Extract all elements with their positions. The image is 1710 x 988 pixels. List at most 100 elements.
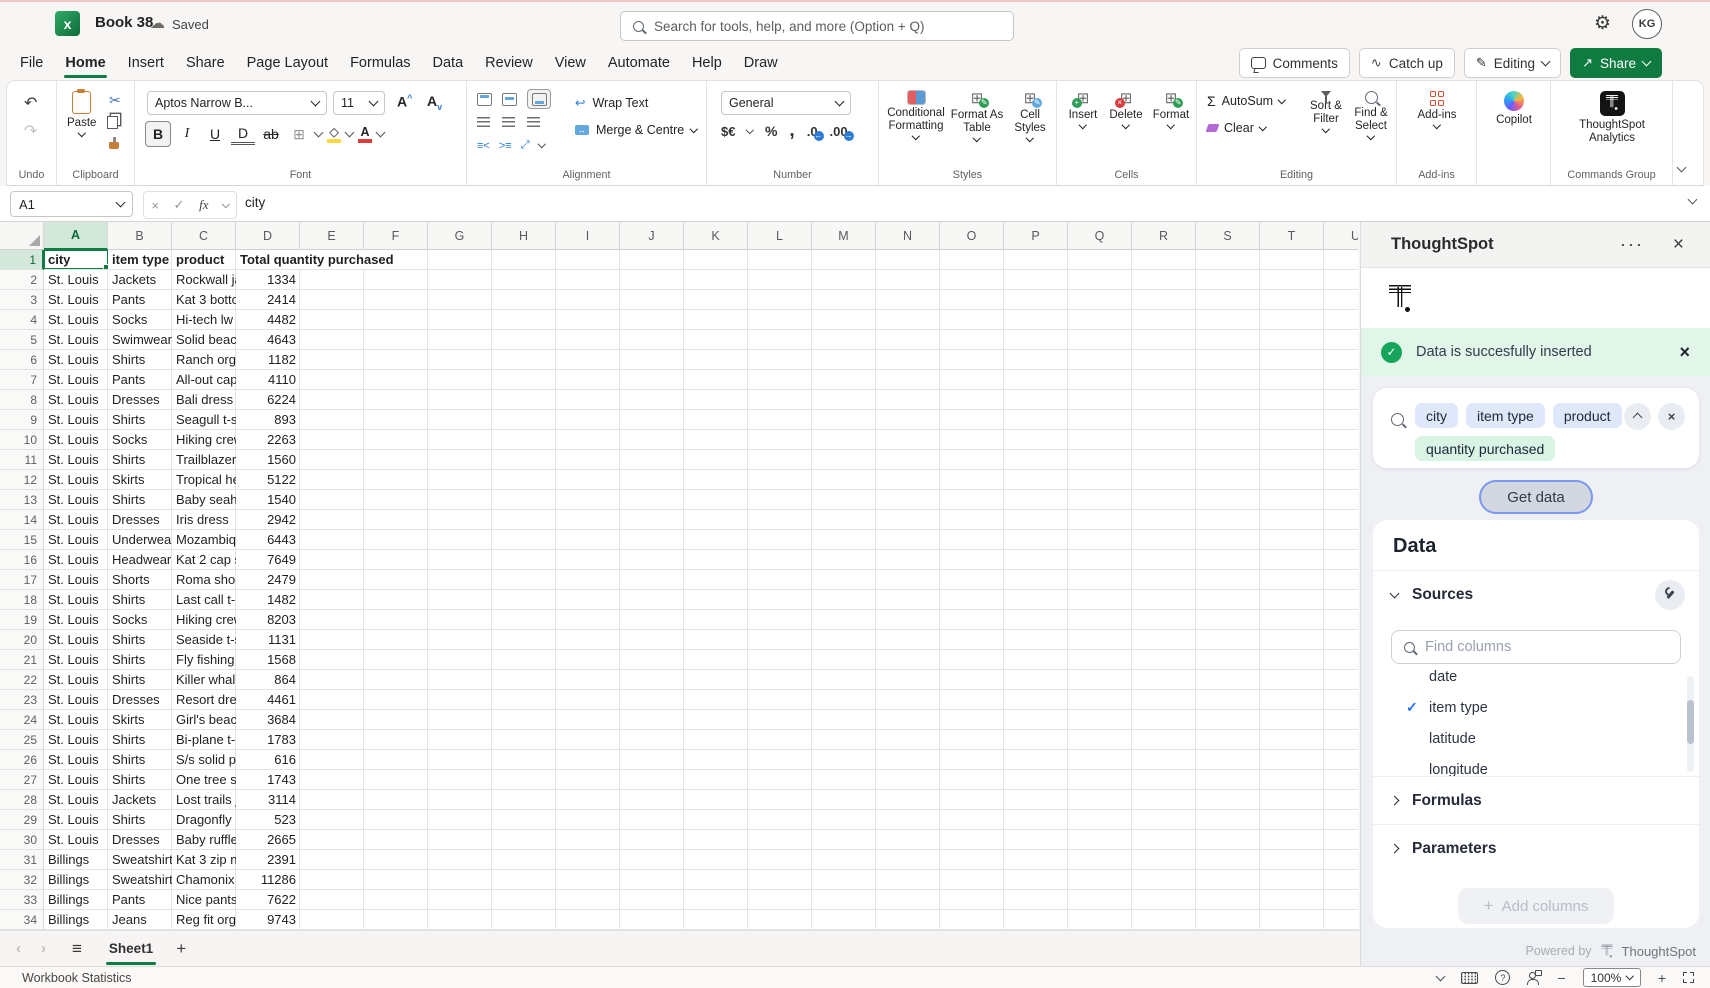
cell-product-8[interactable]: Bali dress — [172, 390, 236, 410]
align-bottom-selected[interactable] — [527, 89, 551, 109]
cell-type-5[interactable]: Swimwear — [108, 330, 172, 350]
copy-icon[interactable] — [110, 113, 118, 132]
column-header-O[interactable]: O — [940, 222, 1004, 250]
font-color-dropdown[interactable] — [376, 128, 386, 138]
cell-type-17[interactable]: Shorts — [108, 570, 172, 590]
formulas-section[interactable]: Formulas — [1373, 776, 1699, 824]
copilot-button[interactable]: Copilot — [1489, 91, 1539, 127]
cell-type-16[interactable]: Headwear — [108, 550, 172, 570]
cell-qty-5[interactable]: 4643 — [236, 330, 300, 350]
cell-product-18[interactable]: Last call t- — [172, 590, 236, 610]
format-cells-button[interactable]: ⊞✎ Format — [1149, 91, 1193, 128]
row-header-8[interactable]: 8 — [0, 390, 44, 410]
row-header-3[interactable]: 3 — [0, 290, 44, 310]
find-select-button[interactable]: Find & Select — [1349, 91, 1393, 139]
cell-product-27[interactable]: One tree s — [172, 770, 236, 790]
cell-city-31[interactable]: Billings — [44, 850, 108, 870]
bold-button[interactable]: B — [145, 121, 171, 147]
panel-close-icon[interactable]: × — [1673, 234, 1684, 256]
row-header-17[interactable]: 17 — [0, 570, 44, 590]
cell-qty-15[interactable]: 6443 — [236, 530, 300, 550]
confirm-entry-icon[interactable]: ✓ — [174, 197, 185, 213]
insert-function-icon[interactable]: fx — [199, 197, 208, 213]
cell-qty-7[interactable]: 4110 — [236, 370, 300, 390]
row-header-32[interactable]: 32 — [0, 870, 44, 890]
avatar[interactable]: KG — [1632, 9, 1662, 39]
merge-centre-button[interactable]: Merge & Centre — [596, 123, 684, 137]
cancel-entry-icon[interactable]: × — [151, 198, 159, 213]
cell-city-15[interactable]: St. Louis — [44, 530, 108, 550]
cell-qty-6[interactable]: 1182 — [236, 350, 300, 370]
row-header-2[interactable]: 2 — [0, 270, 44, 290]
row-header-1[interactable]: 1 — [0, 250, 44, 270]
cell-B1[interactable]: item type — [108, 250, 172, 270]
align-left-icon[interactable] — [477, 117, 490, 127]
add-columns-button[interactable]: + Add columns — [1458, 888, 1614, 924]
row-header-25[interactable]: 25 — [0, 730, 44, 750]
cell-city-22[interactable]: St. Louis — [44, 670, 108, 690]
cell-styles-button[interactable]: ⊞✎ Cell Styles — [1007, 91, 1053, 141]
menu-tab-home[interactable]: Home — [54, 48, 116, 78]
cell-type-6[interactable]: Shirts — [108, 350, 172, 370]
cell-qty-28[interactable]: 3114 — [236, 790, 300, 810]
cell-product-22[interactable]: Killer whal — [172, 670, 236, 690]
row-header-24[interactable]: 24 — [0, 710, 44, 730]
menu-tab-insert[interactable]: Insert — [117, 48, 175, 78]
cell-qty-20[interactable]: 1131 — [236, 630, 300, 650]
cell-product-11[interactable]: Trailblazer — [172, 450, 236, 470]
search-token-item-type[interactable]: item type — [1466, 403, 1545, 428]
cell-type-26[interactable]: Shirts — [108, 750, 172, 770]
increase-decimal-button[interactable]: .00→ — [830, 124, 848, 139]
cell-city-33[interactable]: Billings — [44, 890, 108, 910]
number-format-select[interactable]: General — [721, 91, 851, 115]
column-header-J[interactable]: J — [620, 222, 684, 250]
cell-city-5[interactable]: St. Louis — [44, 330, 108, 350]
cell-qty-3[interactable]: 2414 — [236, 290, 300, 310]
cell-qty-9[interactable]: 893 — [236, 410, 300, 430]
cell-qty-25[interactable]: 1783 — [236, 730, 300, 750]
conditional-formatting-button[interactable]: Conditional Formatting — [885, 91, 947, 139]
cell-product-34[interactable]: Reg fit orga — [172, 910, 236, 930]
cell-type-31[interactable]: Sweatshirt — [108, 850, 172, 870]
underline-button[interactable]: U — [203, 122, 227, 146]
row-header-27[interactable]: 27 — [0, 770, 44, 790]
cell-qty-24[interactable]: 3684 — [236, 710, 300, 730]
clear-tokens-button[interactable]: × — [1658, 403, 1685, 430]
cell-product-29[interactable]: Dragonfly — [172, 810, 236, 830]
cell-type-20[interactable]: Shirts — [108, 630, 172, 650]
cell-city-20[interactable]: St. Louis — [44, 630, 108, 650]
find-columns-input[interactable]: Find columns — [1391, 630, 1681, 664]
wrap-text-button[interactable]: Wrap Text — [592, 96, 648, 110]
comma-style-button[interactable]: , — [789, 126, 794, 136]
percent-style-button[interactable]: % — [765, 123, 777, 139]
borders-dropdown[interactable] — [314, 128, 324, 138]
cell-city-23[interactable]: St. Louis — [44, 690, 108, 710]
cell-type-11[interactable]: Shirts — [108, 450, 172, 470]
search-token-city[interactable]: city — [1415, 403, 1458, 428]
text-orientation-icon[interactable]: ⤢ — [521, 139, 530, 152]
row-header-33[interactable]: 33 — [0, 890, 44, 910]
cell-city-25[interactable]: St. Louis — [44, 730, 108, 750]
row-header-20[interactable]: 20 — [0, 630, 44, 650]
cell-qty-22[interactable]: 864 — [236, 670, 300, 690]
row-header-10[interactable]: 10 — [0, 430, 44, 450]
cell-type-4[interactable]: Socks — [108, 310, 172, 330]
cell-city-3[interactable]: St. Louis — [44, 290, 108, 310]
cell-qty-33[interactable]: 7622 — [236, 890, 300, 910]
excel-logo-icon[interactable]: x — [55, 11, 80, 36]
autosum-button[interactable]: ΣAutoSum — [1207, 93, 1285, 109]
cell-product-31[interactable]: Kat 3 zip n — [172, 850, 236, 870]
cell-qty-29[interactable]: 523 — [236, 810, 300, 830]
orientation-dropdown[interactable] — [537, 140, 545, 148]
sheet-tab-active[interactable]: Sheet1 — [106, 941, 156, 956]
column-header-K[interactable]: K — [684, 222, 748, 250]
borders-button[interactable]: ⊞ — [287, 122, 311, 146]
cell-type-14[interactable]: Dresses — [108, 510, 172, 530]
row-header-23[interactable]: 23 — [0, 690, 44, 710]
column-header-G[interactable]: G — [428, 222, 492, 250]
cell-city-16[interactable]: St. Louis — [44, 550, 108, 570]
cell-product-3[interactable]: Kat 3 botto — [172, 290, 236, 310]
column-header-N[interactable]: N — [876, 222, 940, 250]
cell-product-32[interactable]: Chamonix — [172, 870, 236, 890]
zoom-level-select[interactable]: 100% — [1583, 968, 1641, 987]
